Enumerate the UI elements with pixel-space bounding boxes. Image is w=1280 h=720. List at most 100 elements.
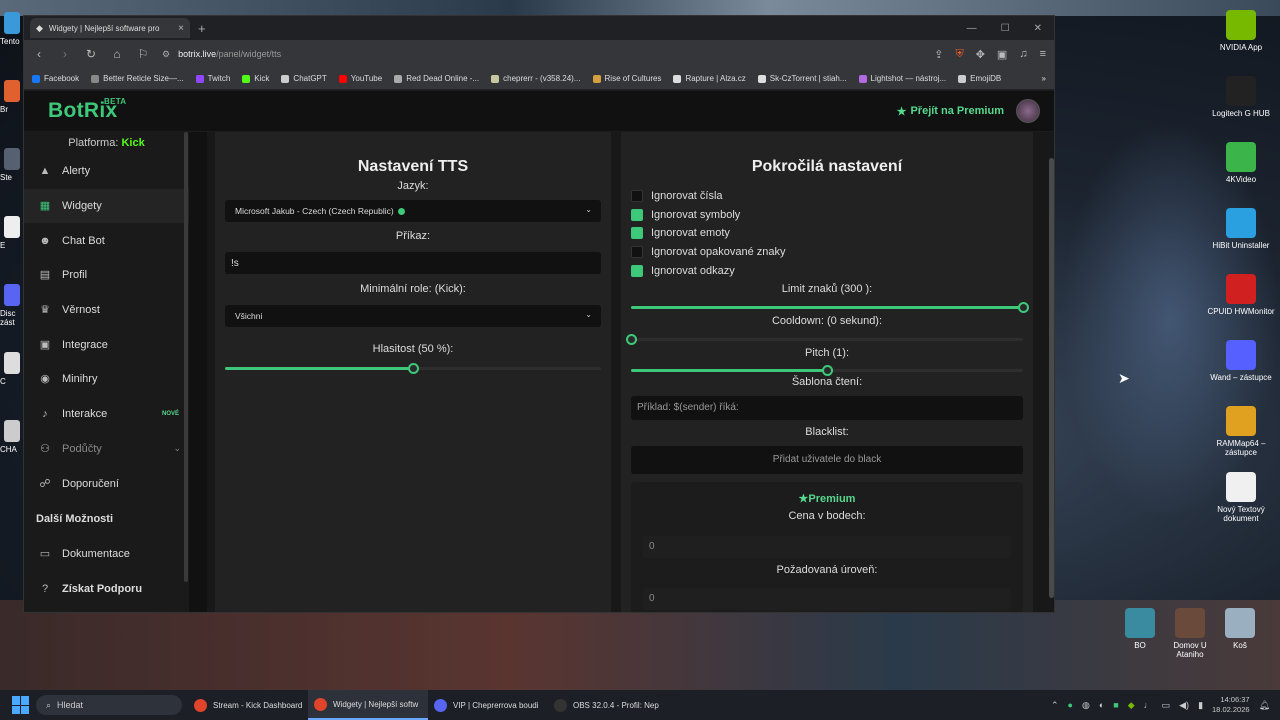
slider-thumb[interactable] [1018, 301, 1029, 313]
cooldown-slider[interactable] [626, 333, 1023, 345]
wallet-icon[interactable]: ▣ [997, 48, 1007, 61]
sidebar-item-widgety[interactable]: ▦ Widgety [24, 188, 189, 224]
premium-link[interactable]: ★ Přejít na Premium [897, 105, 1004, 118]
checkbox[interactable] [631, 227, 643, 240]
network-icon[interactable]: ▭ [1162, 700, 1171, 711]
checkbox[interactable] [631, 264, 643, 277]
brave-shield-icon[interactable]: ⛨ [955, 48, 963, 61]
desktop-shortcut-partial[interactable]: C [0, 346, 22, 414]
template-input[interactable]: Příklad: $(sender) říká: [631, 395, 1023, 420]
sidebar-item-ziskat-podporu[interactable]: ? Získat Podporu [24, 572, 189, 607]
minimize-icon[interactable]: — [967, 23, 977, 34]
content-scrollbar[interactable] [1049, 158, 1054, 598]
notification-icon[interactable]: 🔔︎ [1259, 700, 1270, 711]
bookmark-item[interactable]: Better Reticle Size—... [91, 74, 184, 83]
checkbox[interactable] [631, 190, 643, 203]
points-price-input[interactable]: 0 [643, 535, 1011, 558]
botrix-logo[interactable]: BotRix BETA [48, 97, 126, 123]
char-limit-slider[interactable] [631, 301, 1029, 313]
desktop-shortcut[interactable]: NVIDIA App [1205, 6, 1277, 72]
ignore-option[interactable]: Ignorovat odkazy [631, 261, 1023, 280]
battery-icon[interactable]: ▮ [1198, 700, 1203, 711]
ignore-option[interactable]: Ignorovat emoty [631, 224, 1023, 243]
role-select[interactable]: Všichni ⌄ [225, 305, 601, 327]
share-icon[interactable]: ⇪ [934, 48, 943, 61]
bookmark-item[interactable]: Red Dead Online -... [394, 74, 479, 83]
taskbar-app[interactable]: Stream - Kick Dashboard [188, 690, 308, 720]
bookmark-item[interactable]: EmojiDB [958, 74, 1001, 83]
back-icon[interactable]: ‹ [32, 47, 46, 61]
bookmarks-overflow-icon[interactable]: » [1042, 74, 1046, 83]
desktop-shortcut[interactable]: HiBit Uninstaller [1205, 204, 1277, 270]
sidebar-item-interakce[interactable]: ♪ Interakce NOVÉ [24, 397, 189, 432]
desktop-shortcut[interactable]: Wand – zástupce [1205, 336, 1277, 402]
avatar[interactable] [1016, 99, 1040, 123]
bookmark-item[interactable]: Sk-CzTorrent | stiah... [757, 74, 847, 83]
bookmark-item[interactable]: cheprerr - (v358.24)... [491, 74, 581, 83]
sidebar-item-minihry[interactable]: ◉ Minihry [24, 362, 189, 397]
microphone-icon[interactable]: ♩ [1144, 700, 1153, 710]
sidebar-item-vernost[interactable]: ♛ Věrnost [24, 293, 189, 328]
desktop-shortcut[interactable]: RAMMap64 – zástupce [1205, 402, 1277, 468]
steam-icon[interactable]: ◍ [1082, 700, 1090, 711]
clock[interactable]: 14:06:37 18.02.2026 [1212, 695, 1250, 715]
browser-tab[interactable]: ◆ Widgety | Nejlepší software pro × [30, 18, 190, 38]
bookmark-item[interactable]: Rapture | Alza.cz [673, 74, 746, 83]
menu-icon[interactable]: ≡ [1040, 48, 1046, 61]
sidebar-item-dokumentace[interactable]: ▭ Dokumentace [24, 537, 189, 572]
sidebar-item-poducty[interactable]: ⚇ Podůčty ⌄ [24, 432, 189, 467]
taskbar-app[interactable]: OBS 32.0.4 - Profil: Nep [548, 690, 668, 720]
desktop-shortcut-partial[interactable]: Br [0, 74, 22, 142]
windows-start-icon[interactable] [12, 696, 30, 714]
forward-icon[interactable]: › [58, 47, 72, 61]
site-info-icon[interactable]: ⚙ [162, 49, 170, 60]
desktop-shortcut-partial[interactable]: CHA [0, 414, 22, 482]
slider-thumb[interactable] [822, 364, 833, 376]
volume-slider[interactable] [225, 363, 601, 374]
bookmark-item[interactable]: Twitch [195, 74, 230, 83]
tray-app-icon[interactable]: ● [1068, 700, 1073, 710]
tab-close-icon[interactable]: × [178, 23, 184, 34]
desktop-shortcut[interactable]: BO [1115, 604, 1165, 674]
bookmark-item[interactable]: Facebook [32, 74, 79, 83]
sidebar-scrollbar[interactable] [184, 132, 188, 582]
tray-app-icon[interactable]: ■ [1113, 700, 1118, 710]
pitch-slider[interactable] [631, 364, 1023, 376]
extensions-icon[interactable]: ✥ [976, 48, 985, 61]
tray-app-icon[interactable]: ◐ [1099, 700, 1104, 710]
taskbar-search[interactable]: ⌕ Hledat [36, 695, 182, 715]
reload-icon[interactable]: ↻ [84, 47, 98, 61]
desktop-shortcut[interactable]: 4KVideo [1205, 138, 1277, 204]
nvidia-icon[interactable]: ◆ [1128, 700, 1135, 711]
sidebar-item-doporuceni[interactable]: ☍ Doporučení [24, 466, 189, 501]
chevron-up-icon[interactable]: ⌃ [1051, 700, 1059, 711]
url-field[interactable]: ⚙ botrix.live/panel/widget/tts [162, 49, 922, 60]
required-level-input[interactable]: 0 [643, 587, 1011, 610]
maximize-icon[interactable]: ☐ [1001, 23, 1010, 34]
bookmark-item[interactable]: Lightshot — nástroj... [858, 74, 946, 83]
volume-icon[interactable]: ◀) [1179, 700, 1189, 711]
command-input[interactable]: !s [225, 252, 601, 274]
slider-thumb[interactable] [408, 363, 419, 374]
sidebar-item-integrace[interactable]: ▣ Integrace [24, 327, 189, 362]
desktop-shortcut[interactable]: CPUID HWMonitor [1205, 270, 1277, 336]
ignore-option[interactable]: Ignorovat čísla [631, 187, 1023, 206]
desktop-shortcut-partial[interactable]: Ste [0, 142, 22, 210]
close-window-icon[interactable]: ✕ [1034, 23, 1042, 34]
desktop-shortcut[interactable]: Nový Textový dokument [1205, 468, 1277, 534]
ignore-option[interactable]: Ignorovat opakované znaky [631, 243, 1023, 262]
checkbox[interactable] [631, 246, 643, 259]
ignore-option[interactable]: Ignorovat symboly [631, 206, 1023, 225]
blacklist-input[interactable]: Přidat uživatele do black [631, 445, 1023, 474]
sidebar-item-profil[interactable]: ▤ Profil [24, 258, 189, 293]
taskbar-app[interactable]: Widgety | Nejlepší softw [308, 690, 428, 720]
language-select[interactable]: Microsoft Jakub - Czech (Czech Republic)… [225, 200, 601, 222]
sidebar-item-chat-bot[interactable]: ☻ Chat Bot [24, 223, 189, 258]
desktop-shortcut[interactable]: Koš [1215, 604, 1265, 674]
bookmark-icon[interactable]: ⚐ [136, 47, 150, 61]
bookmark-item[interactable]: YouTube [338, 74, 382, 83]
desktop-shortcut[interactable]: Logitech G HUB [1205, 72, 1277, 138]
bookmark-item[interactable]: Kick [242, 74, 269, 83]
slider-thumb[interactable] [626, 333, 637, 345]
checkbox[interactable] [631, 208, 643, 221]
